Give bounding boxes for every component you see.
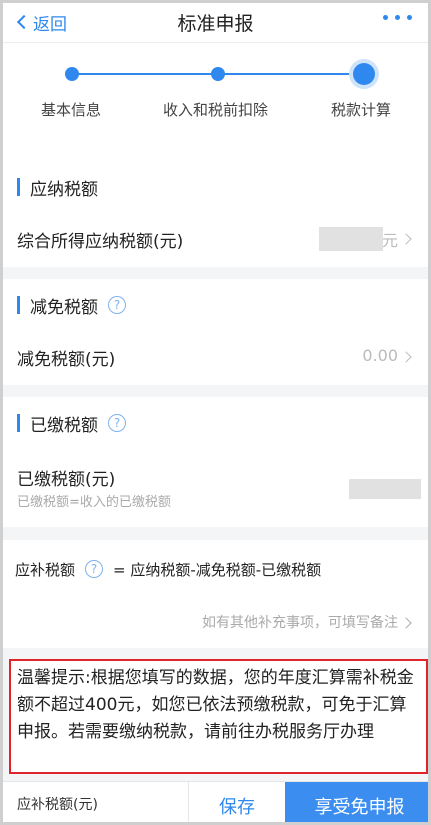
paid-tax-label: 已缴税额(元)	[17, 470, 116, 490]
help-icon[interactable]: ?	[108, 296, 126, 314]
tax-due-total-label: 应补税额(元)	[17, 797, 98, 813]
relief-tax-value: 0.00	[362, 346, 398, 365]
tax-due-expression: = 应纳税额-减免税额-已缴税额	[113, 560, 322, 579]
payable-tax-label: 综合所得应纳税额(元)	[17, 232, 184, 252]
section-payable-header: 应纳税额	[3, 161, 428, 213]
section-title: 应纳税额	[30, 179, 98, 200]
section-accent-bar	[17, 296, 20, 314]
save-button[interactable]: 保存	[189, 782, 285, 822]
relief-tax-row[interactable]: 减免税额(元) 0.00	[3, 331, 428, 385]
section-relief-header: 减免税额 ?	[3, 279, 428, 331]
redacted-value	[349, 479, 421, 499]
section-accent-bar	[17, 178, 20, 196]
help-icon[interactable]: ?	[85, 560, 104, 578]
section-title: 减免税额	[30, 297, 98, 318]
step-connector	[72, 73, 218, 75]
step-label-basic-info: 基本信息	[41, 101, 102, 119]
redacted-value	[319, 227, 383, 251]
exempt-declaration-button[interactable]: 享受免申报	[285, 782, 428, 822]
chevron-right-icon	[400, 617, 412, 629]
payable-tax-unit: 元	[381, 231, 398, 250]
more-dot-icon	[395, 15, 400, 20]
chevron-right-icon	[400, 351, 412, 363]
app-screen: 返回 标准申报 基本信息 收入和税前扣除 税款计算 应纳税额 综合所得应纳税额(…	[0, 0, 431, 825]
help-icon[interactable]: ?	[108, 414, 126, 432]
section-accent-bar	[17, 414, 20, 432]
step-dot-income	[211, 67, 225, 81]
warm-tip-box: 温馨提示:根据您填写的数据，您的年度汇算需补税金额不超过400元，如您已依法预缴…	[9, 659, 428, 774]
tax-due-label: 应补税额	[15, 560, 76, 579]
section-title: 已缴税额	[30, 415, 98, 436]
add-note-label: 如有其他补充事项，可填写备注	[202, 615, 398, 631]
page-title: 标准申报	[177, 13, 254, 35]
payable-tax-row[interactable]: 综合所得应纳税额(元) 元	[3, 213, 428, 267]
step-label-income: 收入和税前扣除	[163, 101, 269, 119]
relief-tax-label: 减免税额(元)	[17, 350, 116, 370]
tax-due-formula: 应补税额 ? = 应纳税额-减免税额-已缴税额	[3, 540, 428, 598]
step-dot-basic-info	[65, 67, 79, 81]
add-note-link[interactable]: 如有其他补充事项，可填写备注	[3, 598, 428, 648]
step-connector	[218, 73, 364, 75]
more-dot-icon	[383, 15, 388, 20]
nav-bar: 返回 标准申报	[3, 3, 428, 43]
progress-steps: 基本信息 收入和税前扣除 税款计算	[3, 43, 428, 161]
chevron-right-icon	[400, 233, 412, 245]
step-dot-tax-calc	[353, 63, 375, 85]
step-label-tax-calc: 税款计算	[331, 101, 392, 119]
bottom-action-bar: 应补税额(元) 保存 享受免申报	[3, 781, 428, 822]
paid-tax-row[interactable]: 已缴税额(元) 已缴税额=收入的已缴税额	[3, 449, 428, 527]
paid-tax-hint: 已缴税额=收入的已缴税额	[17, 495, 171, 510]
more-menu-button[interactable]	[383, 15, 412, 20]
section-paid-header: 已缴税额 ?	[3, 397, 428, 449]
more-dot-icon	[407, 15, 412, 20]
